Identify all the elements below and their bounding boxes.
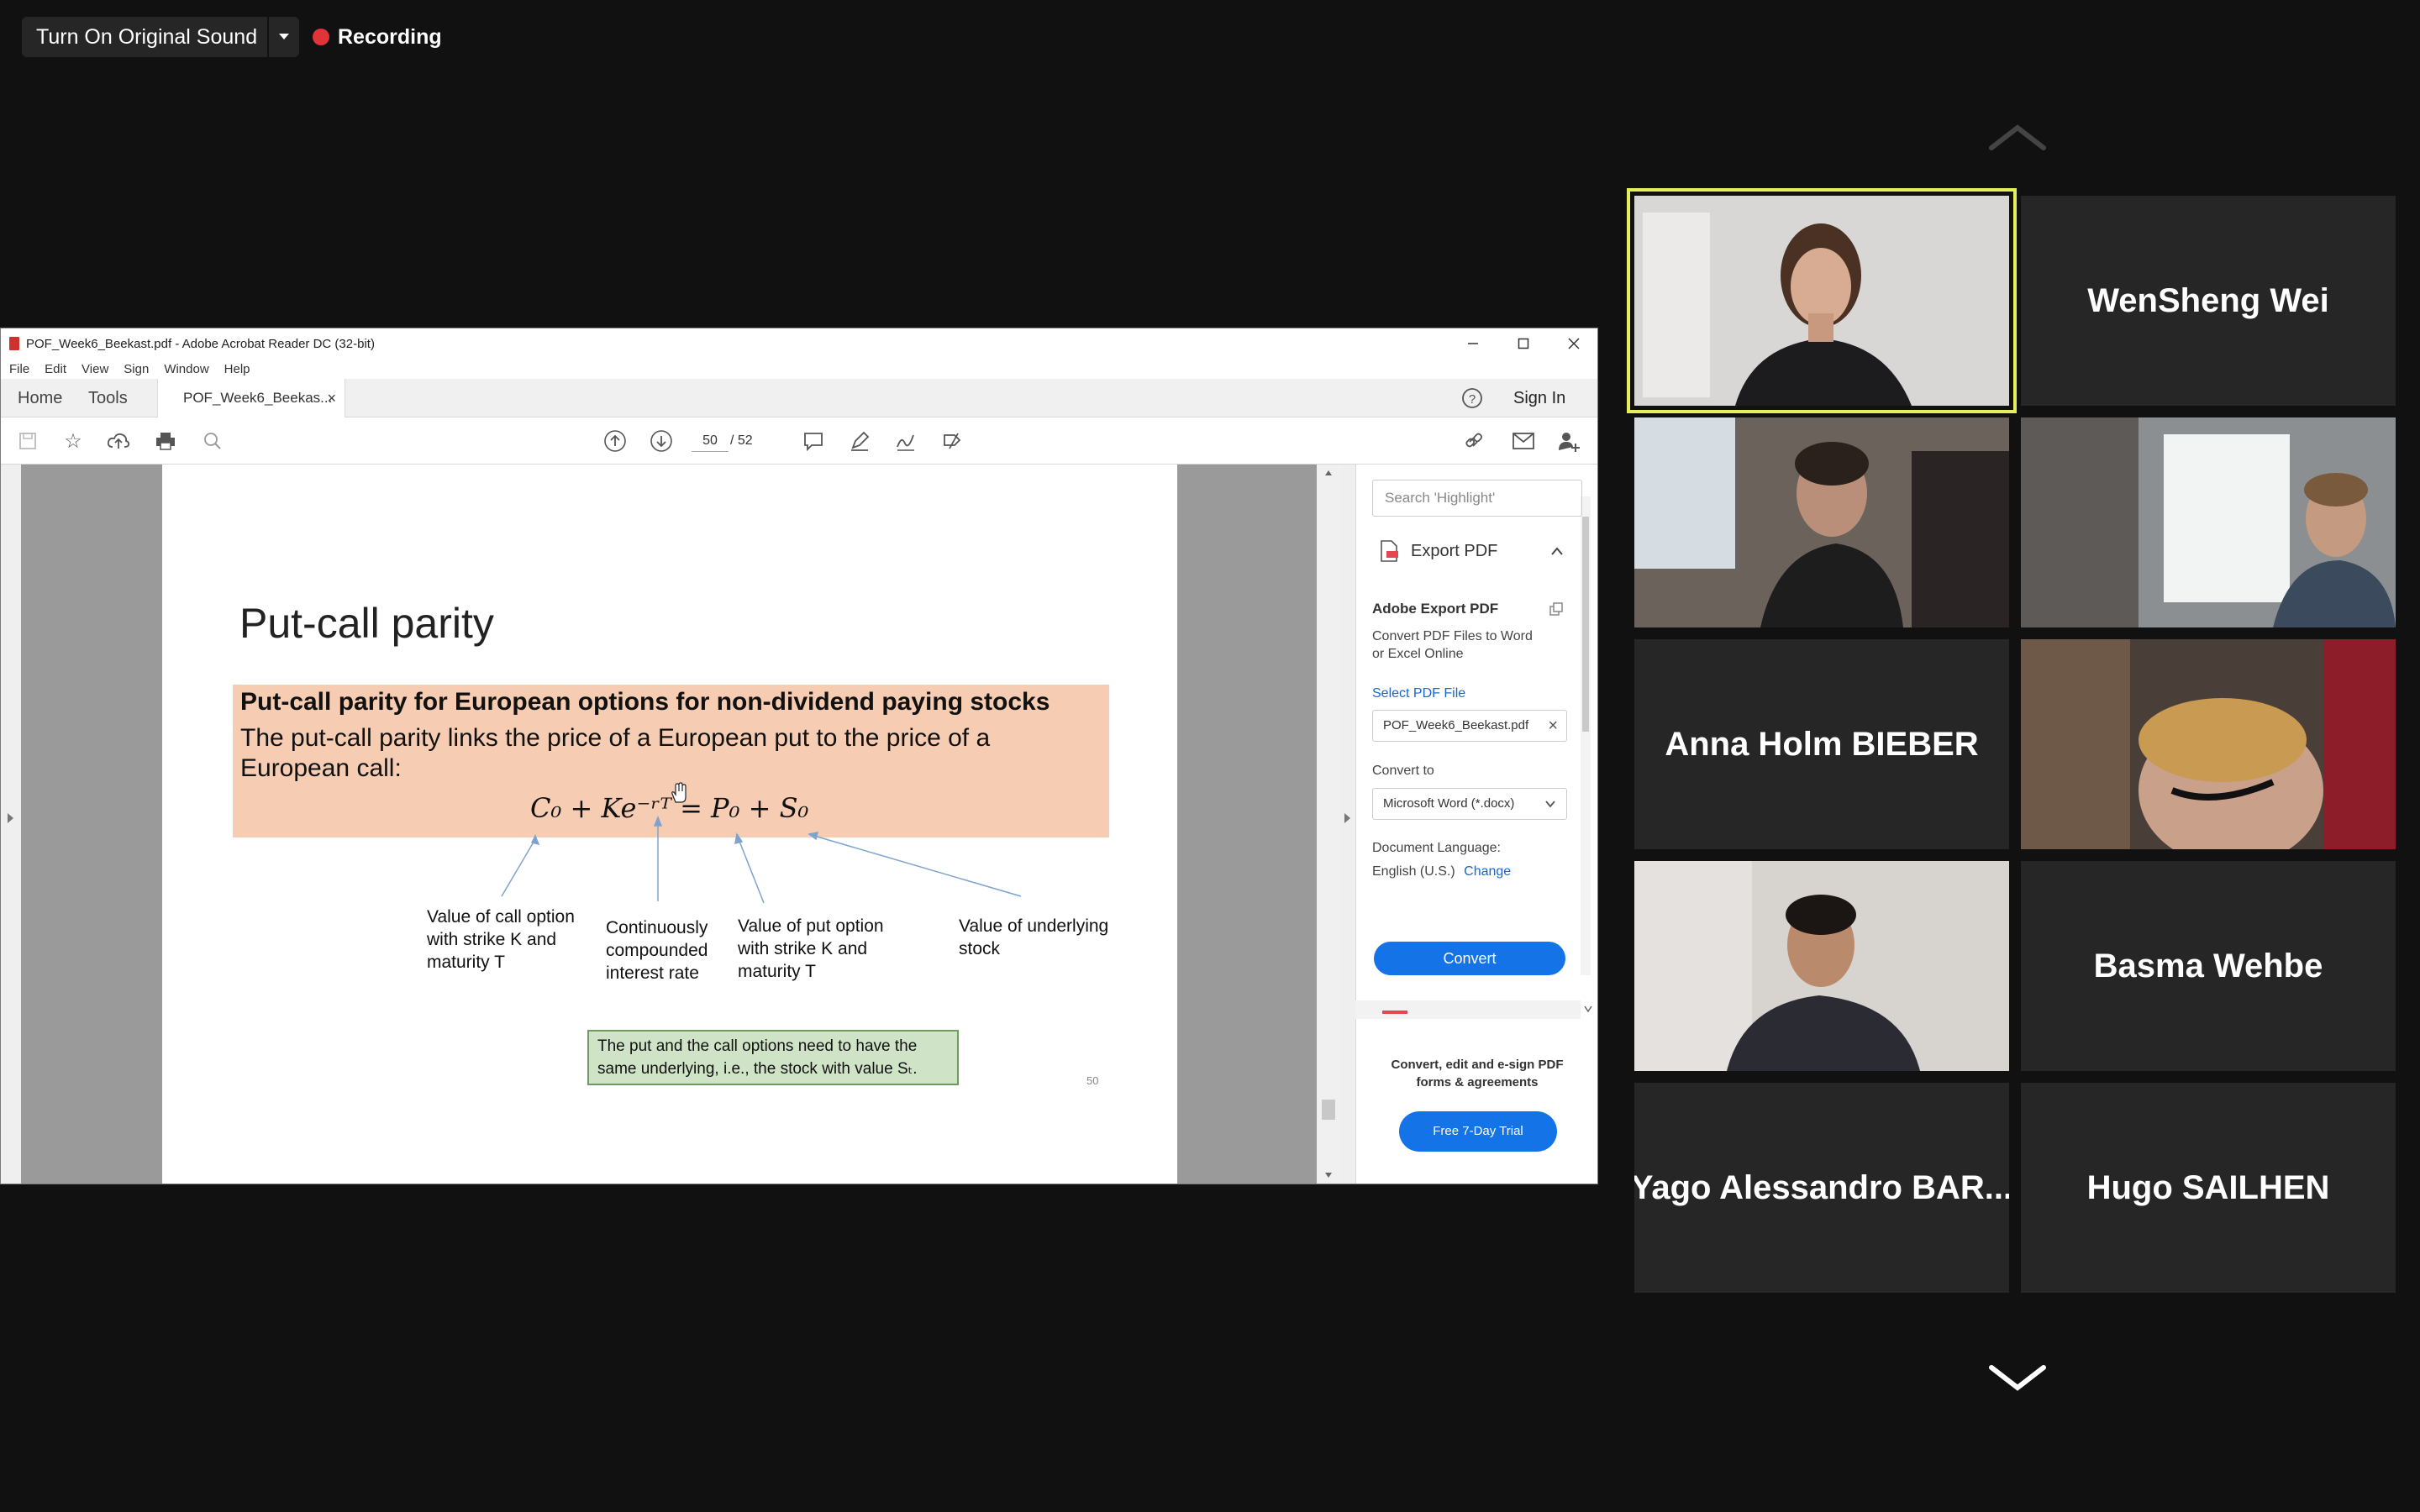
chevron-up-icon[interactable] xyxy=(1550,546,1564,556)
adobe-export-title: Adobe Export PDF xyxy=(1372,601,1499,617)
convert-to-value: Microsoft Word (*.docx) xyxy=(1383,796,1515,811)
convert-to-select[interactable]: Microsoft Word (*.docx) xyxy=(1372,788,1567,820)
free-trial-button[interactable]: Free 7-Day Trial xyxy=(1399,1111,1557,1152)
chevron-down-icon[interactable] xyxy=(269,33,299,41)
video-tile-wensheng-wei[interactable]: WenSheng Wei xyxy=(2021,196,2396,406)
scroll-down-arrow-icon[interactable] xyxy=(1584,1005,1592,1012)
annotation-rate-line: compounded xyxy=(606,941,708,960)
document-language-value: English (U.S.) xyxy=(1372,864,1455,879)
recording-dot-icon xyxy=(313,29,329,45)
hand-cursor-icon xyxy=(671,782,687,803)
recording-label: Recording xyxy=(338,24,442,49)
promo-line: Convert, edit and e-sign PDF xyxy=(1391,1058,1564,1072)
convert-button[interactable]: Convert xyxy=(1374,942,1565,975)
remove-file-icon[interactable]: × xyxy=(1548,711,1558,741)
change-language-link[interactable]: Change xyxy=(1464,864,1511,879)
document-language-row: English (U.S.) Change xyxy=(1372,863,1511,880)
search-highlight-input[interactable]: Search 'Highlight' xyxy=(1372,480,1582,517)
annotation-put-line: maturity T xyxy=(738,962,816,981)
video-tile-participant[interactable] xyxy=(2021,417,2396,627)
convert-description-line: or Excel Online xyxy=(1372,647,1464,661)
annotation-put: Value of put option with strike K and ma… xyxy=(738,915,884,983)
selected-file-name: POF_Week6_Beekast.pdf xyxy=(1383,718,1529,732)
annotation-rate-line: Continuously xyxy=(606,918,708,937)
gallery-down-chevron-icon[interactable] xyxy=(1988,1361,2047,1394)
participant-name: Basma Wehbe xyxy=(2093,947,2323,984)
annotation-call-line: with strike K and xyxy=(427,930,557,949)
participant-video-image xyxy=(2021,639,2396,849)
note-line: The put and the call options need to hav… xyxy=(597,1037,918,1055)
convert-description: Convert PDF Files to Word or Excel Onlin… xyxy=(1372,627,1533,663)
annotation-rate-line: interest rate xyxy=(606,963,699,983)
annotation-put-line: with strike K and xyxy=(738,939,868,958)
select-pdf-file-label[interactable]: Select PDF File xyxy=(1372,685,1465,702)
slide-page-number: 50 xyxy=(1086,1074,1099,1087)
export-pdf-label: Export PDF xyxy=(1411,541,1498,560)
convert-description-line: Convert PDF Files to Word xyxy=(1372,629,1533,643)
participant-video-image xyxy=(2021,417,2396,627)
video-tile-basma-wehbe[interactable]: Basma Wehbe xyxy=(2021,861,2396,1071)
export-pdf-icon xyxy=(1381,540,1398,562)
annotation-rate: Continuously compounded interest rate xyxy=(606,916,708,984)
original-sound-button[interactable]: Turn On Original Sound xyxy=(22,17,299,57)
tools-pane-scroll-thumb[interactable] xyxy=(1582,517,1589,732)
note-box: The put and the call options need to hav… xyxy=(587,1030,959,1085)
original-sound-label: Turn On Original Sound xyxy=(36,24,258,49)
participant-video-image xyxy=(1634,417,2009,627)
annotation-call-line: maturity T xyxy=(427,953,505,972)
chevron-down-icon xyxy=(1545,801,1555,808)
video-tile-participant[interactable] xyxy=(1634,417,2009,627)
recording-indicator[interactable]: Recording xyxy=(313,22,442,52)
note-line: same underlying, i.e., the stock with va… xyxy=(597,1060,918,1078)
selected-file-field[interactable]: POF_Week6_Beekast.pdf × xyxy=(1372,710,1567,742)
gallery-up-chevron-icon[interactable] xyxy=(1988,121,2047,155)
export-pdf-header[interactable]: Export PDF xyxy=(1379,534,1564,568)
participant-name: Hugo SAILHEN xyxy=(2086,1168,2330,1206)
video-tile-yago-alessandro[interactable]: Yago Alessandro BAR... xyxy=(1634,1083,2009,1293)
copy-icon[interactable] xyxy=(1549,601,1564,617)
video-tile-speaker[interactable] xyxy=(1634,196,2009,406)
promo-text: Convert, edit and e-sign PDF forms & agr… xyxy=(1355,1056,1597,1091)
participant-name: WenSheng Wei xyxy=(2087,281,2329,319)
participant-name: Anna Holm BIEBER xyxy=(1665,725,1979,763)
promo-line: forms & agreements xyxy=(1416,1075,1539,1089)
video-tile-anna-holm-bieber[interactable]: Anna Holm BIEBER xyxy=(1634,639,2009,849)
video-tile-participant[interactable] xyxy=(2021,639,2396,849)
video-tile-hugo-sailhen[interactable]: Hugo SAILHEN xyxy=(2021,1083,2396,1293)
convert-to-label: Convert to xyxy=(1372,764,1434,778)
participant-name: Yago Alessandro BAR... xyxy=(1634,1168,2009,1206)
annotation-stock-line: Value of underlying xyxy=(959,916,1109,936)
next-tool-icon xyxy=(1382,1011,1407,1014)
tools-pane-scrollbar[interactable] xyxy=(1581,496,1591,975)
document-language-label: Document Language: xyxy=(1372,841,1501,855)
participant-video-image xyxy=(1634,861,2009,1071)
tools-pane-divider xyxy=(1355,1000,1581,1019)
speaker-video-image xyxy=(1634,196,2009,406)
annotation-call: Value of call option with strike K and m… xyxy=(427,906,575,974)
annotation-put-line: Value of put option xyxy=(738,916,884,936)
annotation-call-line: Value of call option xyxy=(427,907,575,927)
annotation-stock: Value of underlying stock xyxy=(959,915,1108,960)
video-tile-participant[interactable] xyxy=(1634,861,2009,1071)
annotation-stock-line: stock xyxy=(959,939,1001,958)
acrobat-window: POF_Week6_Beekast.pdf - Adobe Acrobat Re… xyxy=(0,328,1598,1184)
